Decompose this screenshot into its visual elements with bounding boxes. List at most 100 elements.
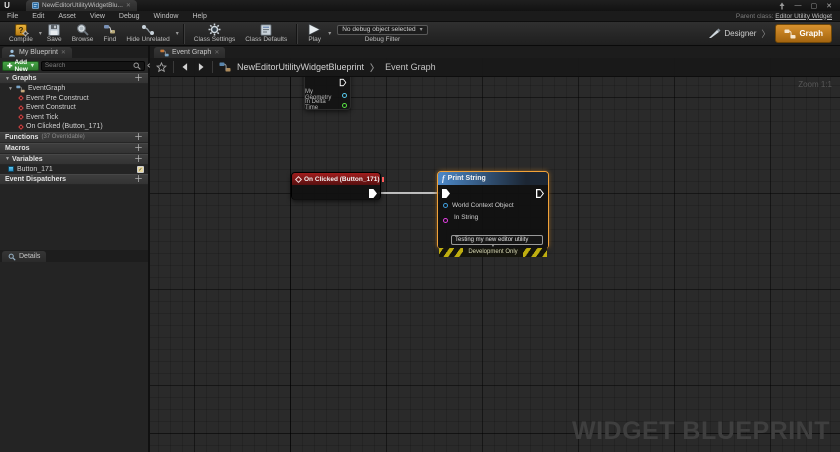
float-pin[interactable] [342,103,347,108]
graph-editor-panel: Event Graph ✕ WIDGET BLUEPRINT My Geomet… [150,46,840,452]
class-defaults-label: Class Defaults [245,36,287,44]
document-tab-label: NewEditorUtilityWidgetBlu... [42,2,123,9]
in-string-input[interactable]: Testing my new editor utility [451,235,543,245]
play-button[interactable]: Play [307,22,322,46]
add-new-button[interactable]: ✚ Add New ▾ [2,61,39,71]
blueprint-search-box[interactable] [41,61,145,71]
add-variable-button[interactable]: ＋ [134,155,143,164]
event-label: On Clicked (Button_171) [26,123,103,130]
debug-object-dropdown[interactable]: No debug object selected ▾ [337,25,427,35]
grid-origin-vertical [290,58,291,452]
tree-item-event-pre-construct[interactable]: Event Pre Construct [0,94,148,104]
separator [212,61,213,73]
expander-icon[interactable]: ▼ [5,76,10,82]
document-tab[interactable]: NewEditorUtilityWidgetBlu... ✕ [26,0,137,11]
add-event-dispatcher-button[interactable]: ＋ [134,175,143,184]
menu-debug[interactable]: Debug [112,13,147,20]
hide-unrelated-caret-icon[interactable]: ▾ [176,30,179,37]
section-event-dispatchers[interactable]: Event Dispatchers ＋ [0,174,148,185]
graph-mode-button[interactable]: Graph [775,24,832,43]
exec-out-pin[interactable] [536,189,544,198]
designer-mode-button[interactable]: Designer [708,28,756,39]
expander-icon[interactable]: ▼ [5,156,10,162]
menu-help[interactable]: Help [185,13,213,20]
node-collapse-arrow-icon[interactable]: ▼ [491,243,496,249]
section-functions[interactable]: Functions (37 Overridable) ＋ [0,132,148,143]
parent-class-link[interactable]: Editor Utility Widget [775,13,832,20]
world-context-label: World Context Object [452,202,514,209]
delegate-pin[interactable] [382,177,384,182]
tree-item-eventgraph[interactable]: ▼ EventGraph [0,84,148,94]
event-diamond-icon [18,124,24,130]
my-blueprint-tabbar: My Blueprint ✕ [0,46,148,58]
graph-label: Graph [799,29,823,38]
browse-button[interactable]: Browse [72,22,94,46]
widget-variable-icon [8,166,14,172]
breadcrumb-current[interactable]: Event Graph [385,62,436,72]
menu-edit[interactable]: Edit [25,13,51,20]
compile-options-caret-icon[interactable]: ▾ [39,30,42,37]
tree-item-variable-button171[interactable]: Button_171 ✓ [0,165,148,175]
menu-view[interactable]: View [83,13,112,20]
plus-icon: ✚ [7,62,12,70]
play-label: Play [308,36,321,44]
graph-canvas[interactable]: WIDGET BLUEPRINT My Geometry In Delta Ti… [150,58,840,452]
section-graphs[interactable]: ▼ Graphs ＋ [0,73,148,84]
save-button[interactable]: Save [47,22,62,46]
class-defaults-button[interactable]: Class Defaults [245,22,287,46]
close-button[interactable]: ✕ [826,2,832,10]
pin-icon[interactable] [778,2,786,10]
event-icon [295,175,302,182]
exec-out-pin[interactable] [340,79,347,87]
search-input[interactable] [45,62,133,69]
menu-file[interactable]: File [0,13,25,20]
geometry-pin[interactable] [342,93,347,98]
tab-details[interactable]: Details [2,251,46,262]
object-pin[interactable] [443,203,448,208]
add-macro-button[interactable]: ＋ [134,144,143,153]
class-settings-button[interactable]: Class Settings [194,22,236,46]
find-in-blueprint-icon [103,23,116,36]
exec-out-pin[interactable] [369,189,377,198]
favorite-star-icon[interactable] [156,62,167,73]
class-defaults-icon [260,24,272,36]
back-arrow-icon[interactable] [180,62,190,72]
event-diamond-icon [18,105,24,111]
on-clicked-title: On Clicked (Button_171) [304,176,379,183]
tree-item-on-clicked[interactable]: On Clicked (Button_171) [0,122,148,132]
tab-close-icon[interactable]: ✕ [126,2,131,9]
string-pin[interactable] [443,218,448,223]
minimize-button[interactable]: — [795,2,802,9]
maximize-button[interactable]: ▢ [811,2,818,10]
menu-window[interactable]: Window [147,13,186,20]
tab-my-blueprint[interactable]: My Blueprint ✕ [2,47,72,58]
floppy-icon [48,24,60,36]
title-bar: U NewEditorUtilityWidgetBlu... ✕ — ▢ ✕ [0,0,840,11]
variable-visibility-toggle[interactable]: ✓ [137,166,144,173]
exec-in-pin[interactable] [442,189,450,198]
section-variables[interactable]: ▼ Variables ＋ [0,154,148,165]
tree-item-event-construct[interactable]: Event Construct [0,103,148,113]
section-macros[interactable]: Macros ＋ [0,143,148,154]
event-label: Event Tick [26,114,58,121]
blueprint-doc-icon [32,2,39,9]
add-function-button[interactable]: ＋ [134,133,143,142]
print-string-node[interactable]: f Print String World Context Object In S… [437,171,549,249]
forward-arrow-icon[interactable] [196,62,206,72]
breadcrumb-root[interactable]: NewEditorUtilityWidgetBlueprint [237,62,364,72]
tree-item-event-tick[interactable]: Event Tick [0,113,148,123]
tab-close-icon[interactable]: ✕ [61,49,66,56]
main-toolbar: ? Compile ▾ Save Browse Find Hide Unrela… [0,22,840,46]
compile-button[interactable]: ? Compile [9,22,33,46]
add-graph-button[interactable]: ＋ [134,74,143,83]
on-clicked-event-node[interactable]: On Clicked (Button_171) [291,172,381,200]
menu-asset[interactable]: Asset [51,13,83,20]
find-button[interactable]: Find [103,22,116,46]
graph-icon [784,29,796,39]
tab-event-graph[interactable]: Event Graph ✕ [154,47,225,58]
play-options-caret-icon[interactable]: ▾ [328,30,331,37]
hide-unrelated-button[interactable]: Hide Unrelated [126,22,169,46]
expander-icon[interactable]: ▼ [8,86,13,92]
tab-close-icon[interactable]: ✕ [214,49,219,56]
unreal-blueprint-editor-window: U NewEditorUtilityWidgetBlu... ✕ — ▢ ✕ F… [0,0,840,452]
